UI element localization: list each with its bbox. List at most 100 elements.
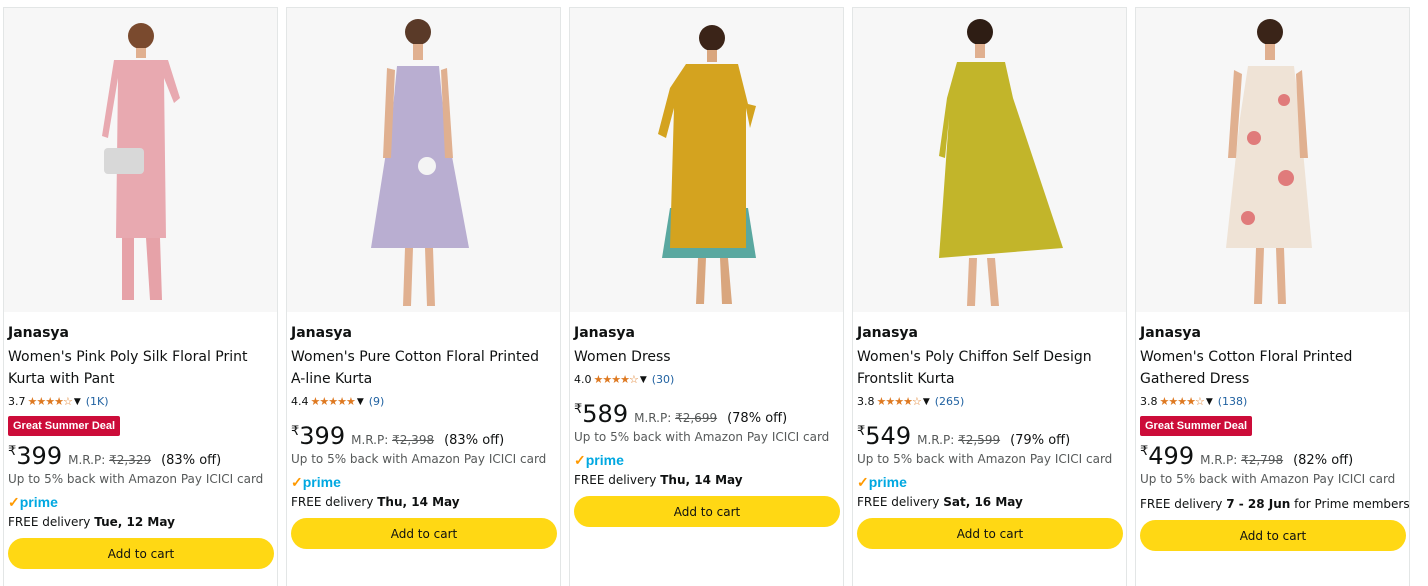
currency-symbol: ₹ — [1140, 444, 1149, 459]
price-row: ₹ 399 M.R.P: ₹2,398 (83% off) — [291, 422, 557, 450]
delivery-date: Tue, 12 May — [94, 515, 175, 529]
product-brand: Janasya — [857, 325, 918, 341]
mrp: M.R.P: ₹2,798 — [1200, 453, 1283, 467]
mrp: M.R.P: ₹2,398 — [351, 433, 434, 447]
product-image[interactable] — [853, 8, 1126, 312]
product-title[interactable]: Women's Pure Cotton Floral Printed A-lin… — [291, 346, 557, 390]
currency-symbol: ₹ — [8, 444, 17, 459]
product-image[interactable] — [4, 8, 277, 312]
review-count-link[interactable]: (265) — [935, 394, 965, 410]
price-amount: 399 — [299, 422, 346, 450]
add-to-cart-button[interactable]: Add to cart — [291, 518, 557, 549]
product-image[interactable] — [1136, 8, 1409, 312]
prime-badge: ✓prime — [291, 473, 557, 491]
prime-badge: ✓prime — [857, 473, 1123, 491]
currency-symbol: ₹ — [291, 424, 300, 439]
review-count-link[interactable]: (30) — [652, 372, 675, 388]
chevron-down-icon[interactable]: ▼ — [74, 394, 81, 410]
prime-label: prime — [19, 494, 58, 510]
discount: (83% off) — [444, 433, 505, 448]
review-count-link[interactable]: (1K) — [86, 394, 109, 410]
chevron-down-icon[interactable]: ▼ — [640, 372, 647, 388]
product-rating[interactable]: 3.8 ★★★★☆ ▼ (265) — [857, 394, 1123, 410]
price-amount: 549 — [865, 422, 912, 450]
add-to-cart-button[interactable]: Add to cart — [8, 538, 274, 569]
delivery-info: FREE delivery Sat, 16 May — [857, 493, 1123, 511]
delivery-info: FREE delivery Tue, 12 May — [8, 513, 274, 531]
delivery-date: Thu, 14 May — [660, 473, 743, 487]
delivery-date: 7 - 28 Jun — [1226, 497, 1291, 511]
mrp-label: M.R.P: — [1200, 453, 1242, 467]
chevron-down-icon[interactable]: ▼ — [1206, 394, 1213, 410]
prime-badge: ✓prime — [8, 493, 274, 511]
cashback-offer: Up to 5% back with Amazon Pay ICICI card — [8, 472, 264, 486]
chevron-down-icon[interactable]: ▼ — [357, 394, 364, 410]
product-brand: Janasya — [574, 325, 635, 341]
product-card: Janasya Women's Poly Chiffon Self Design… — [852, 7, 1127, 586]
product-card: Janasya Women's Pink Poly Silk Floral Pr… — [3, 7, 278, 586]
star-rating-icon: ★★★★☆ — [876, 395, 922, 408]
price-row: ₹ 549 M.R.P: ₹2,599 (79% off) — [857, 422, 1123, 450]
cashback-offer: Up to 5% back with Amazon Pay ICICI card — [1140, 472, 1396, 486]
mrp-label: M.R.P: — [634, 411, 676, 425]
product-rating[interactable]: 3.8 ★★★★☆ ▼ (138) — [1140, 394, 1406, 410]
price-amount: 499 — [1148, 442, 1195, 470]
price-row: ₹ 589 M.R.P: ₹2,699 (78% off) — [574, 400, 840, 428]
product-brand: Janasya — [1140, 325, 1201, 341]
delivery-prefix: FREE delivery — [291, 495, 378, 509]
product-title[interactable]: Women's Pink Poly Silk Floral Print Kurt… — [8, 346, 274, 390]
product-grid: Janasya Women's Pink Poly Silk Floral Pr… — [0, 0, 1428, 586]
mrp-label: M.R.P: — [351, 433, 393, 447]
prime-badge: ✓prime — [574, 451, 840, 469]
mrp: M.R.P: ₹2,699 — [634, 411, 717, 425]
mrp: M.R.P: ₹2,599 — [917, 433, 1000, 447]
product-brand: Janasya — [291, 325, 352, 341]
add-to-cart-button[interactable]: Add to cart — [857, 518, 1123, 549]
mrp-value: ₹2,798 — [1241, 453, 1284, 467]
product-rating[interactable]: 4.0 ★★★★☆ ▼ (30) — [574, 372, 840, 388]
chevron-down-icon[interactable]: ▼ — [923, 394, 930, 410]
delivery-date: Thu, 14 May — [377, 495, 460, 509]
price-amount: 399 — [16, 442, 63, 470]
discount: (83% off) — [161, 453, 222, 468]
price-row: ₹ 499 M.R.P: ₹2,798 (82% off) — [1140, 442, 1406, 470]
rating-value: 3.8 — [857, 395, 875, 408]
mrp-value: ₹2,699 — [675, 411, 718, 425]
cashback-offer: Up to 5% back with Amazon Pay ICICI card — [857, 452, 1113, 466]
mrp-value: ₹2,329 — [109, 453, 152, 467]
star-rating-icon: ★★★★☆ — [593, 373, 639, 386]
star-rating-icon: ★★★★☆ — [1159, 395, 1205, 408]
add-to-cart-button[interactable]: Add to cart — [1140, 520, 1406, 551]
product-title[interactable]: Women Dress — [574, 346, 840, 368]
prime-label: prime — [868, 474, 907, 490]
cashback-offer: Up to 5% back with Amazon Pay ICICI card — [291, 452, 547, 466]
review-count-link[interactable]: (9) — [369, 394, 385, 410]
mrp-label: M.R.P: — [917, 433, 959, 447]
review-count-link[interactable]: (138) — [1218, 394, 1248, 410]
delivery-suffix: for Prime members — [1290, 497, 1410, 511]
delivery-prefix: FREE delivery — [574, 473, 661, 487]
delivery-prefix: FREE delivery — [8, 515, 95, 529]
product-image[interactable] — [570, 8, 843, 312]
product-rating[interactable]: 3.7 ★★★★☆ ▼ (1K) — [8, 394, 274, 410]
product-title[interactable]: Women's Poly Chiffon Self Design Frontsl… — [857, 346, 1123, 390]
deal-badge: Great Summer Deal — [1140, 416, 1253, 436]
delivery-prefix: FREE delivery — [1140, 497, 1227, 511]
price-amount: 589 — [582, 400, 629, 428]
product-image[interactable] — [287, 8, 560, 312]
product-brand: Janasya — [8, 325, 69, 341]
price-row: ₹ 399 M.R.P: ₹2,329 (83% off) — [8, 442, 274, 470]
add-to-cart-button[interactable]: Add to cart — [574, 496, 840, 527]
product-title[interactable]: Women's Cotton Floral Printed Gathered D… — [1140, 346, 1406, 390]
rating-value: 3.7 — [8, 395, 26, 408]
mrp: M.R.P: ₹2,329 — [68, 453, 151, 467]
cashback-offer: Up to 5% back with Amazon Pay ICICI card — [574, 430, 830, 444]
delivery-prefix: FREE delivery — [857, 495, 944, 509]
deal-badge: Great Summer Deal — [8, 416, 121, 436]
delivery-date: Sat, 16 May — [943, 495, 1023, 509]
product-card: Janasya Women's Cotton Floral Printed Ga… — [1135, 7, 1410, 586]
currency-symbol: ₹ — [574, 402, 583, 417]
prime-label: prime — [585, 452, 624, 468]
prime-check-icon: ✓ — [574, 452, 586, 468]
product-rating[interactable]: 4.4 ★★★★★ ▼ (9) — [291, 394, 557, 410]
